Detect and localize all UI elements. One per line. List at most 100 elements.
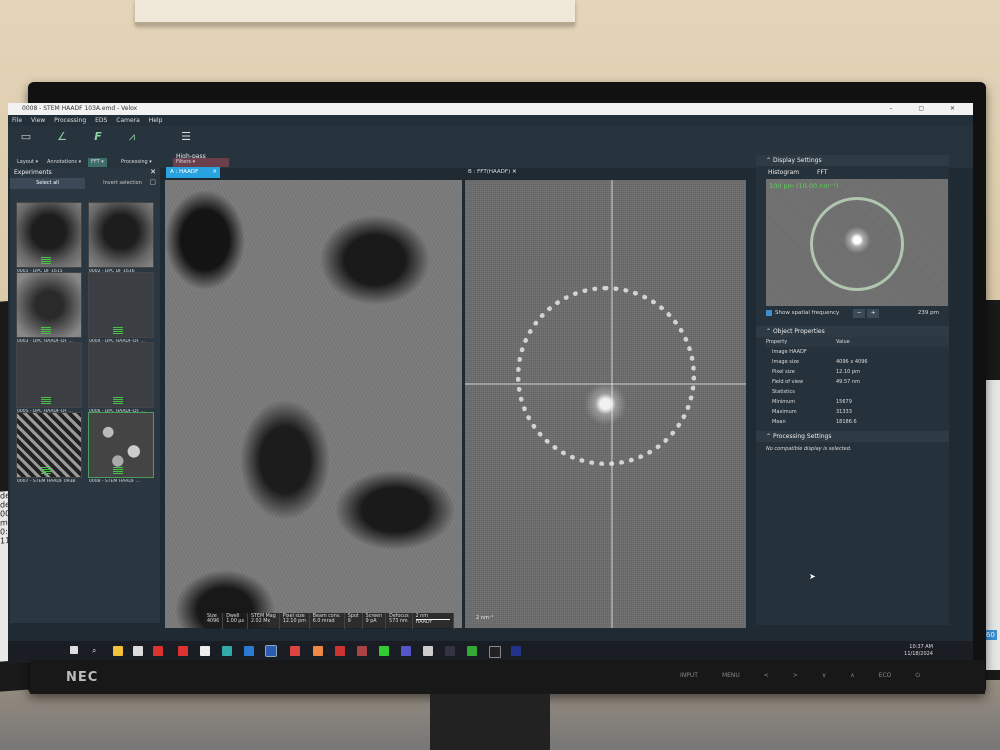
close-icon[interactable]: ✕ [512, 169, 517, 175]
experiment-thumbnail[interactable]: 0007 - STEM HAADF 0938 [16, 412, 82, 484]
app-icon[interactable] [290, 646, 300, 656]
scale-bar-cell: 2 nm HAADF [413, 613, 454, 629]
app-icon[interactable] [313, 646, 323, 656]
right-panel: ⌃ Display Settings Histogram FFT 100 pm … [756, 155, 949, 625]
info-value: 2.02 Mx [250, 619, 271, 624]
experiment-thumbnail[interactable]: 0004 - DPC HAADF-DF ... [88, 272, 154, 344]
menu-camera[interactable]: Camera [116, 117, 140, 124]
experiment-thumbnail[interactable]: 0001 - DPC DF 1615 [16, 202, 82, 274]
tab-fft[interactable]: B : FFT(HAADF) ✕ [464, 167, 521, 178]
processing-icon[interactable]: ⩘ [122, 130, 142, 146]
property-value: 15679 [836, 399, 852, 405]
file-explorer-icon[interactable] [113, 646, 123, 656]
table-row: Image size 4096 x 4096 [766, 357, 949, 367]
table-header: Property Value [766, 337, 949, 347]
fft-cross-vertical [611, 180, 613, 628]
app-icon[interactable] [178, 646, 188, 656]
tab-histogram[interactable]: Histogram [768, 169, 799, 176]
app-icon[interactable] [489, 646, 501, 658]
plus-button[interactable]: + [867, 308, 880, 318]
detector-label: HAADF [415, 620, 433, 625]
monitor-menu-button[interactable]: MENU [722, 672, 740, 680]
app-icon[interactable] [133, 646, 143, 656]
monitor-right-button[interactable]: > [793, 672, 798, 680]
monitor-left-button[interactable]: < [764, 672, 769, 680]
layers-icon [41, 327, 51, 335]
search-icon[interactable]: ⌕ [92, 646, 102, 656]
layout-icon[interactable]: ▭ [16, 130, 36, 146]
velox-app-icon[interactable] [265, 645, 277, 657]
app-icon[interactable] [511, 646, 521, 656]
fft-preview[interactable]: 100 pm (10.00 nm⁻¹) [766, 179, 948, 306]
close-icon[interactable]: ✕ [150, 168, 156, 176]
info-value: 9 pA [365, 619, 377, 624]
layers-icon [113, 397, 123, 405]
processing-settings-header[interactable]: ⌃ Processing Settings [756, 431, 949, 442]
annotation-angle-icon[interactable]: ∠ [52, 130, 72, 146]
app-icon[interactable] [379, 646, 389, 656]
app-icon[interactable] [244, 646, 254, 656]
annotations-dropdown[interactable]: Annotations ▾ [44, 158, 84, 167]
processing-dropdown[interactable]: Processing ▾ [118, 158, 155, 167]
spatial-frequency-value: 239 pm [917, 310, 939, 316]
monitor-eco-button[interactable]: ECO [879, 672, 892, 680]
display-tabs: Histogram FFT [756, 166, 949, 179]
layers-icon [113, 467, 123, 475]
app-icon[interactable] [153, 646, 163, 656]
layout-dropdown[interactable]: Layout ▾ [14, 158, 41, 167]
experiment-thumbnail[interactable]: 0002 - DPC DF 1616 [88, 202, 154, 274]
tab-fft-settings[interactable]: FFT [817, 169, 827, 176]
app-icon[interactable] [357, 646, 367, 656]
experiment-thumbnail[interactable]: 0003 - DPC HAADF-DF ... [16, 272, 82, 344]
menu-help[interactable]: Help [149, 117, 163, 124]
property-name: Pixel size [772, 369, 795, 375]
experiment-thumbnail-selected[interactable]: 0008 - STEM HAADF ... [88, 412, 154, 484]
minus-button[interactable]: − [853, 308, 866, 318]
highpass-filter-icon[interactable]: ☰ [176, 130, 196, 146]
display-settings-header[interactable]: ⌃ Display Settings [756, 155, 949, 166]
window-controls[interactable]: – ▢ ✕ [889, 103, 967, 115]
taskbar-clock[interactable]: 10:37 AM 11/18/2024 [904, 644, 933, 658]
select-all-button[interactable]: Select all [10, 178, 85, 189]
app-icon[interactable] [423, 646, 433, 656]
info-cell: Defocus 573 nm [386, 613, 413, 629]
spatial-frequency-checkbox[interactable] [766, 310, 772, 316]
close-icon[interactable]: ✕ [212, 167, 217, 178]
column-header: Value [836, 339, 850, 345]
experiment-thumbnail[interactable]: 0005 - DPC HAADF-DF ... [16, 342, 82, 414]
app-icon[interactable] [445, 646, 455, 656]
monitor-power-button[interactable]: ⏻ [915, 672, 920, 680]
property-name: Mean [772, 419, 786, 425]
property-name: Image size [772, 359, 799, 365]
menu-eds[interactable]: EDS [95, 117, 107, 124]
fft-dropdown[interactable]: FFT ▾ [88, 158, 107, 167]
monitor-brand-logo: NEC [66, 670, 99, 685]
property-name: Statistics [772, 389, 795, 395]
tab-haadf[interactable]: A : HAADF ✕ [166, 167, 220, 178]
object-properties-header[interactable]: ⌃ Object Properties [756, 326, 949, 337]
folder-icon[interactable]: ▢ [149, 178, 156, 186]
app-icon[interactable] [401, 646, 411, 656]
info-value: 12.10 pm [282, 619, 306, 624]
experiment-thumbnail[interactable]: 0006 - DPC HAADF-DF ... [88, 342, 154, 414]
monitor-input-button[interactable]: INPUT [680, 672, 698, 680]
monitor-up-button[interactable]: ∧ [850, 672, 854, 680]
info-value: 6.0 mrad [312, 619, 335, 624]
menu-view[interactable]: View [31, 117, 45, 124]
table-row: Maximum 31333 [766, 407, 949, 417]
app-icon[interactable] [200, 646, 210, 656]
app-icon[interactable] [467, 646, 477, 656]
menu-file[interactable]: File [12, 117, 22, 124]
property-name: Minimum [772, 399, 796, 405]
table-row: Mean 18186.6 [766, 417, 949, 427]
filters-dropdown[interactable]: Filters ▾ [173, 158, 229, 167]
menu-processing[interactable]: Processing [54, 117, 86, 124]
monitor-down-button[interactable]: ∨ [822, 672, 826, 680]
haadf-image[interactable] [165, 180, 462, 628]
app-icon[interactable] [222, 646, 232, 656]
windows-start-icon[interactable] [70, 646, 78, 654]
fft-icon[interactable]: F [88, 130, 108, 146]
app-icon[interactable] [335, 646, 345, 656]
screen: 0008 - STEM HAADF 103A.emd - Velox – ▢ ✕… [8, 103, 973, 663]
fft-spatial-label: 100 pm (10.00 nm⁻¹) [769, 182, 839, 190]
